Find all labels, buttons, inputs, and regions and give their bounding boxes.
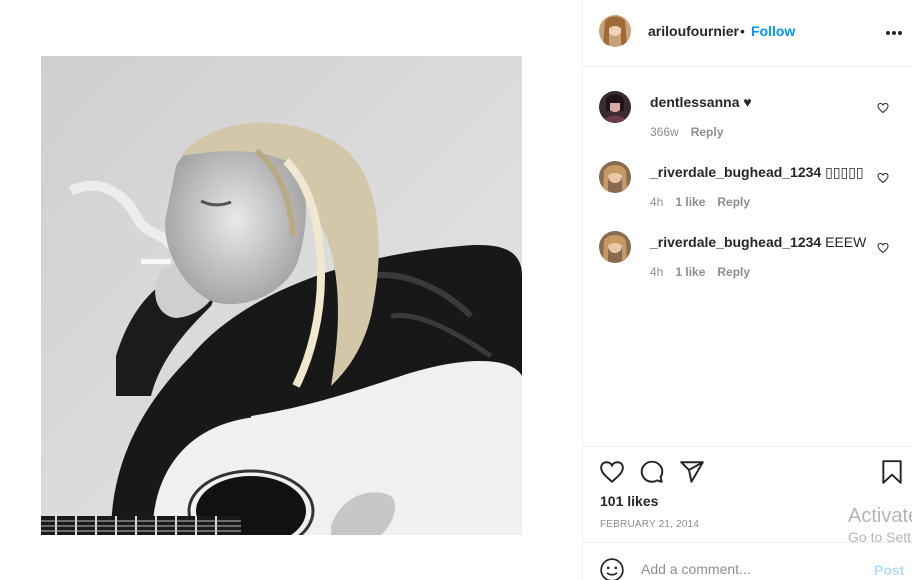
post-photo[interactable] xyxy=(41,56,522,535)
author-avatar[interactable] xyxy=(599,15,631,47)
watermark-line2: Go to Settings xyxy=(848,529,912,545)
comment-text: _riverdale_bughead_1234 ▯▯▯▯▯ xyxy=(650,164,864,181)
comment-like-count[interactable]: 1 like xyxy=(675,195,705,209)
comment-body: ♥ xyxy=(739,94,752,110)
instagram-post-page: ariloufournier • Follow dentlessanna ♥ 3… xyxy=(0,0,912,580)
reply-button[interactable]: Reply xyxy=(691,125,724,139)
activation-watermark: Activate Go to Settings xyxy=(848,505,912,550)
post-photo-image xyxy=(41,56,522,535)
comment-item: _riverdale_bughead_1234 ▯▯▯▯▯ 4h 1 like Re… xyxy=(583,161,912,231)
comment-age[interactable]: 4h xyxy=(650,265,663,279)
bookmark-icon[interactable] xyxy=(879,459,905,485)
comment-body: EEEW xyxy=(821,234,867,250)
heart-icon[interactable] xyxy=(599,459,625,485)
reply-button[interactable]: Reply xyxy=(717,195,750,209)
comment-username[interactable]: _riverdale_bughead_1234 xyxy=(650,164,821,180)
post-comment-button[interactable]: Post xyxy=(874,562,904,578)
author-username[interactable]: ariloufournier xyxy=(648,23,739,39)
post-date[interactable]: FEBRUARY 21, 2014 xyxy=(600,519,699,530)
post-header: ariloufournier • Follow xyxy=(583,0,912,67)
commenter-avatar[interactable] xyxy=(599,231,631,263)
comment-like-count[interactable]: 1 like xyxy=(675,265,705,279)
like-comment-heart-icon[interactable] xyxy=(877,172,889,184)
like-comment-heart-icon[interactable] xyxy=(877,242,889,254)
like-comment-heart-icon[interactable] xyxy=(877,102,889,114)
comment-age[interactable]: 4h xyxy=(650,195,663,209)
share-icon[interactable] xyxy=(679,459,705,485)
comment-age[interactable]: 366w xyxy=(650,125,679,139)
comment-text: dentlessanna ♥ xyxy=(650,94,752,110)
comment-username[interactable]: dentlessanna xyxy=(650,94,739,110)
emoji-icon[interactable] xyxy=(599,557,625,580)
more-options-icon[interactable] xyxy=(886,31,902,35)
comment-meta: 4h 1 like Reply xyxy=(650,195,762,209)
commenter-avatar[interactable] xyxy=(599,161,631,193)
comment-body: ▯▯▯▯▯ xyxy=(821,164,864,180)
post-side-panel: ariloufournier • Follow dentlessanna ♥ 3… xyxy=(582,0,912,580)
comment-input[interactable] xyxy=(639,557,859,580)
reply-button[interactable]: Reply xyxy=(717,265,750,279)
comment-icon[interactable] xyxy=(639,459,665,485)
comment-username[interactable]: _riverdale_bughead_1234 xyxy=(650,234,821,250)
likes-count[interactable]: 101 likes xyxy=(600,493,658,509)
comment-text: _riverdale_bughead_1234 EEEW xyxy=(650,234,866,250)
follow-button[interactable]: Follow xyxy=(751,23,795,39)
comment-meta: 366w Reply xyxy=(650,125,735,139)
separator-dot: • xyxy=(740,23,745,39)
comment-item: dentlessanna ♥ 366w Reply xyxy=(583,91,912,161)
comment-item: _riverdale_bughead_1234 EEEW 4h 1 like Rep… xyxy=(583,231,912,301)
watermark-line1: Activate xyxy=(848,505,912,527)
commenter-avatar[interactable] xyxy=(599,91,631,123)
comment-meta: 4h 1 like Reply xyxy=(650,265,762,279)
